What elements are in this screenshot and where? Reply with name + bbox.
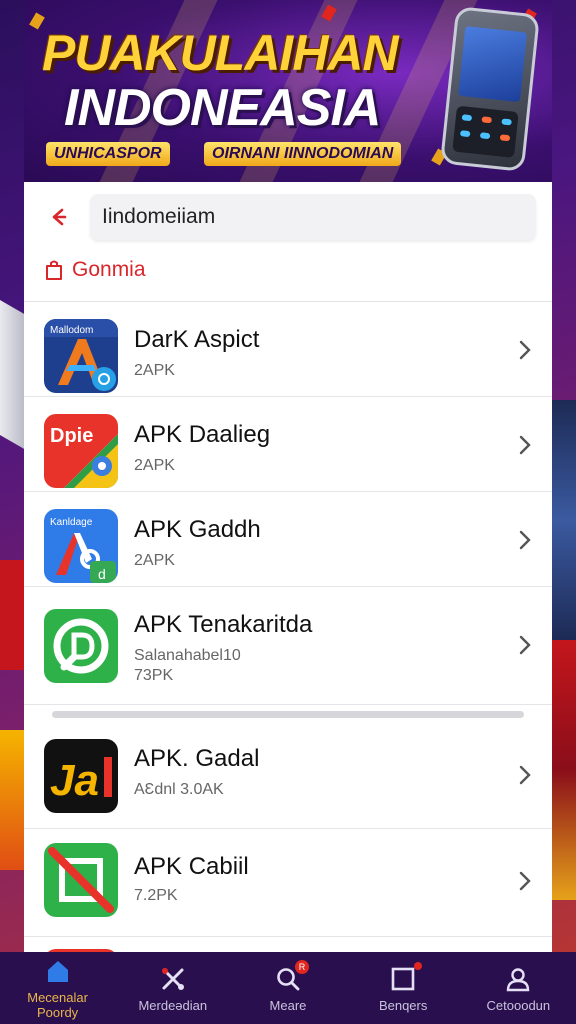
nav-label: Cetooodun	[486, 997, 551, 1013]
scroll-divider	[24, 705, 552, 723]
back-arrow-icon	[52, 208, 67, 226]
decorative-shard	[0, 730, 26, 870]
svg-text:d: d	[98, 566, 106, 582]
chevron-right-icon	[519, 530, 531, 550]
svg-text:Dpie: Dpie	[50, 425, 93, 447]
nav-label-sub: Poordy	[36, 1005, 79, 1020]
nav-item-tools[interactable]: Merdeədian	[118, 964, 228, 1013]
search-input[interactable]	[90, 194, 536, 240]
nav-label: Mecenalar	[27, 990, 88, 1005]
app-name: APK Gaddh	[134, 516, 261, 543]
slash-square-icon	[44, 843, 118, 917]
chevron-right-icon	[519, 635, 531, 655]
category-filter[interactable]: Gonmia	[44, 256, 146, 284]
app-meta: AƐdnl 3.0AK	[134, 781, 224, 798]
bottom-nav: Mecenalar Poordy Merdeədian R Meare Benq…	[0, 952, 576, 1024]
decorative-shard	[0, 300, 26, 450]
bag-icon	[46, 260, 62, 280]
svg-text:Mallodom: Mallodom	[50, 325, 93, 336]
svg-text:Ja: Ja	[50, 756, 99, 805]
promo-banner[interactable]: PUAKULAIHAN INDONEASIA UNHICASPOR OIRNAN…	[24, 0, 552, 182]
list-item[interactable]: Mallodom DarK Aspict 2APK	[24, 302, 552, 397]
decorative-phone-edge	[550, 400, 576, 640]
home-icon	[43, 956, 73, 986]
svg-text:Kanldage: Kanldage	[50, 517, 93, 528]
nav-label: Benqers	[378, 997, 428, 1013]
a-arrow-icon: Mallodom	[44, 319, 118, 393]
app-name: DarK Aspict	[134, 326, 260, 353]
banner-subtitle: INDONEASIA	[64, 79, 381, 137]
app-meta: Salanahabel10	[134, 647, 241, 664]
nav-item-search[interactable]: R Meare	[233, 959, 343, 1013]
chevron-right-icon	[519, 871, 531, 891]
app-window: PUAKULAIHAN INDONEASIA UNHICASPOR OIRNAN…	[24, 0, 552, 1024]
notification-dot	[414, 961, 423, 970]
search-section: Gonmia	[24, 182, 552, 302]
app-name: APK Cabiil	[134, 853, 249, 880]
nav-label: Meare	[269, 997, 307, 1013]
nav-item-square[interactable]: Benqers	[348, 961, 458, 1013]
d-circle-icon	[44, 609, 118, 683]
banner-tag-right: OIRNANI IINNODOMIAN	[204, 142, 402, 166]
ja-icon: Ja	[44, 739, 118, 813]
phone-illustration	[439, 6, 541, 172]
app-meta: 2APK	[134, 457, 175, 474]
app-meta: 7.2PK	[134, 887, 178, 904]
list-item[interactable]: APK Tenakaritda Salanahabel10 73PK	[24, 587, 552, 705]
nav-item-profile[interactable]: Cetooodun	[463, 964, 573, 1013]
back-button[interactable]	[42, 200, 76, 234]
chevron-right-icon	[519, 340, 531, 360]
app-size: 73PK	[134, 667, 174, 684]
user-icon	[503, 964, 533, 994]
dpie-icon: Dpie	[44, 414, 118, 488]
gaddh-icon: Kanldage d	[44, 509, 118, 583]
tools-icon	[158, 964, 188, 994]
app-name: APK Daalieg	[134, 421, 271, 448]
app-name: APK Tenakaritda	[134, 611, 313, 638]
square-icon	[388, 961, 423, 994]
banner-title: PUAKULAIHAN	[42, 25, 399, 81]
nav-label: Merdeədian	[138, 997, 208, 1013]
list-item[interactable]: Dpie APK Daalieg 2APK	[24, 397, 552, 492]
list-item[interactable]: APK Cabiil 7.2PK	[24, 829, 552, 937]
search-icon: R	[273, 959, 309, 994]
decorative-shard	[550, 640, 576, 900]
app-name: APK. Gadal	[134, 745, 260, 772]
chevron-right-icon	[519, 435, 531, 455]
list-item[interactable]: Ja APK. Gadal AƐdnl 3.0AK	[24, 723, 552, 829]
list-item[interactable]: Kanldage d APK Gaddh 2APK	[24, 492, 552, 587]
app-list: Mallodom DarK Aspict 2APK Dpie APK Daali…	[24, 302, 552, 1023]
app-meta: 2APK	[134, 362, 175, 379]
chevron-right-icon	[519, 765, 531, 785]
app-meta: 2APK	[134, 552, 175, 569]
banner-tag-left: UNHICASPOR	[46, 142, 170, 166]
category-label: Gonmia	[72, 258, 146, 281]
decorative-shard	[0, 560, 26, 670]
nav-item-home[interactable]: Mecenalar Poordy	[3, 956, 113, 1020]
notification-badge: R	[294, 959, 309, 974]
